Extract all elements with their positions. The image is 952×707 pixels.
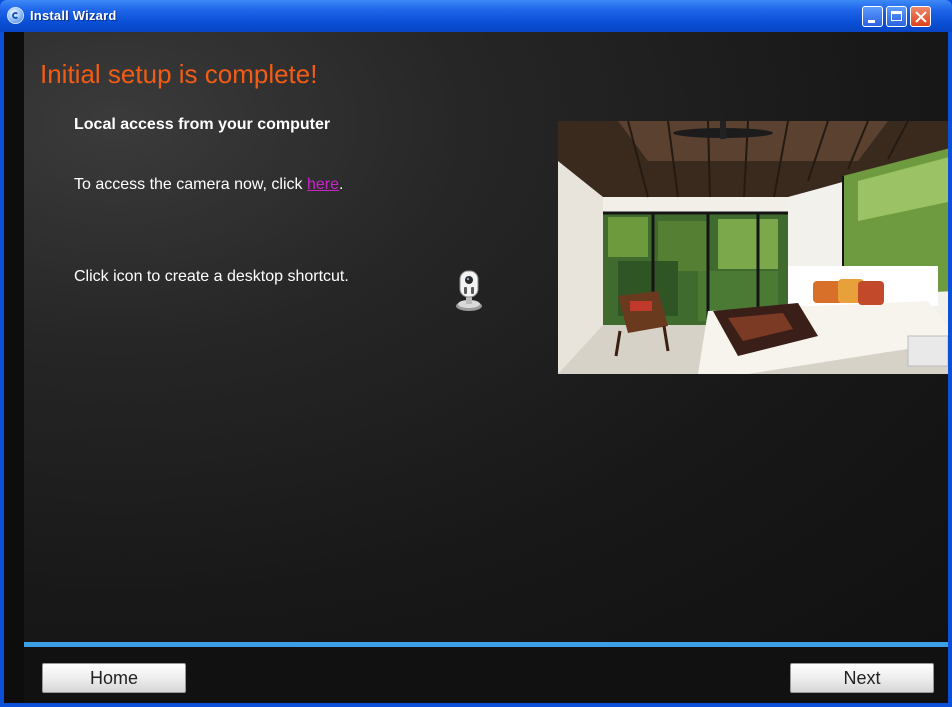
minimize-button[interactable]: [862, 6, 883, 27]
app-logo-icon: [7, 7, 24, 24]
content-panel: Initial setup is complete! Local access …: [24, 32, 948, 642]
access-suffix-text: .: [339, 176, 344, 193]
bedroom-photo: [558, 121, 948, 374]
footer-bar: Home Next: [24, 647, 948, 703]
home-button[interactable]: Home: [42, 663, 186, 693]
install-wizard-window: Install Wizard Initial setup is complete…: [0, 0, 952, 707]
page-title: Initial setup is complete!: [40, 59, 318, 89]
camera-icon[interactable]: [454, 268, 484, 312]
close-button[interactable]: [910, 6, 931, 27]
access-prefix-text: To access the camera now, click: [74, 176, 307, 193]
here-link[interactable]: here: [307, 176, 339, 193]
shortcut-instruction-text: Click icon to create a desktop shortcut.: [74, 268, 349, 285]
section-heading: Local access from your computer: [74, 116, 331, 133]
window-title: Install Wizard: [30, 8, 117, 23]
camera-access-text: To access the camera now, click here.: [74, 176, 343, 194]
title-bar[interactable]: Install Wizard: [0, 0, 952, 32]
next-button[interactable]: Next: [790, 663, 934, 693]
maximize-button[interactable]: [886, 6, 907, 27]
wizard-client-area: Initial setup is complete! Local access …: [4, 32, 948, 703]
